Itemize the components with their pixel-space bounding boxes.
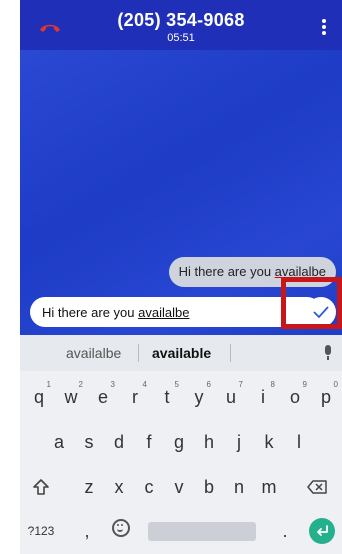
message-input[interactable]: Hi there are you availalbe [30,297,322,327]
key-q[interactable]: q1 [24,377,54,417]
key-r[interactable]: r4 [120,377,150,417]
key-a[interactable]: a [44,422,74,462]
period-key[interactable]: . [270,511,300,551]
phone-screen: (205) 354-9068 05:51 Hi there are you av… [20,0,342,554]
key-row-4: ?123 , . [20,511,342,551]
key-y[interactable]: y6 [184,377,214,417]
emoji-icon[interactable] [112,519,130,537]
shift-icon [33,479,49,495]
key-e[interactable]: e3 [88,377,118,417]
key-k[interactable]: k [254,422,284,462]
soft-keyboard: availalbe available q1 w2 e3 r4 t5 y6 u7… [20,335,342,554]
key-p[interactable]: p0 [311,377,341,417]
key-s[interactable]: s [74,422,104,462]
key-f[interactable]: f [134,422,164,462]
suggestion-item[interactable]: availalbe [66,345,121,361]
sent-message-text: Hi there are you [178,264,275,279]
key-j[interactable]: j [224,422,254,462]
enter-icon [317,525,328,536]
message-input-typo: availalbe [138,305,190,320]
enter-key[interactable] [309,518,335,544]
suggestion-item-primary[interactable]: available [152,345,211,361]
key-c[interactable]: c [134,467,164,507]
key-row-3: z x c v b n m [20,467,342,507]
key-o[interactable]: o9 [280,377,310,417]
key-n[interactable]: n [224,467,254,507]
suggestion-divider [230,344,231,362]
call-header: (205) 354-9068 05:51 [20,0,342,50]
suggestion-divider [138,344,139,362]
more-vert-icon[interactable] [322,19,326,37]
send-button-highlight [281,277,342,329]
key-z[interactable]: z [74,467,104,507]
key-x[interactable]: x [104,467,134,507]
key-d[interactable]: d [104,422,134,462]
symbols-key[interactable]: ?123 [24,511,58,551]
key-row-2: a s d f g h j k l [20,422,342,462]
comma-key[interactable]: , [72,511,102,551]
key-g[interactable]: g [164,422,194,462]
key-m[interactable]: m [254,467,284,507]
caller-number: (205) 354-9068 [117,10,245,30]
key-w[interactable]: w2 [56,377,86,417]
key-l[interactable]: l [284,422,314,462]
mic-icon[interactable] [324,345,332,361]
key-b[interactable]: b [194,467,224,507]
space-key[interactable] [148,522,256,541]
shift-key[interactable] [26,467,56,507]
call-timer: 05:51 [167,32,195,44]
key-i[interactable]: i8 [248,377,278,417]
key-row-1: q1 w2 e3 r4 t5 y6 u7 i8 o9 p0 [20,377,342,417]
key-t[interactable]: t5 [152,377,182,417]
message-input-text: Hi there are you [42,305,139,320]
key-v[interactable]: v [164,467,194,507]
key-h[interactable]: h [194,422,224,462]
backspace-key[interactable] [302,467,332,507]
suggestion-strip: availalbe available [20,335,342,371]
key-u[interactable]: u7 [216,377,246,417]
backspace-icon [307,480,327,494]
